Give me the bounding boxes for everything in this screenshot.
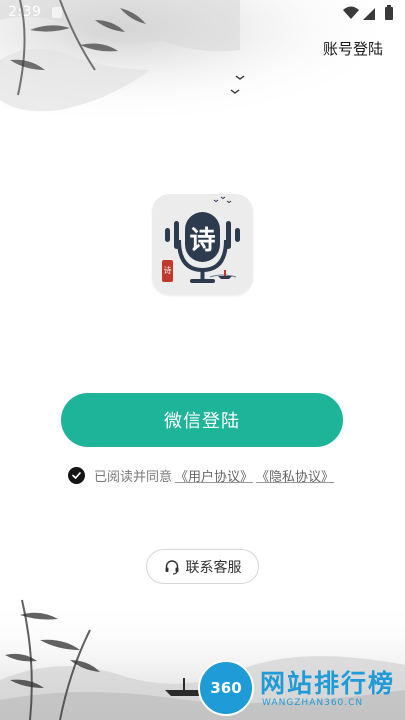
privacy-policy-link[interactable]: 《隐私协议》	[256, 466, 334, 485]
signal-icon	[363, 8, 375, 20]
watermark-logo: 360	[198, 660, 254, 716]
agreement-text: 已阅读并同意	[94, 469, 173, 485]
app-logo: 诗 诗	[152, 194, 253, 295]
notification-icon	[52, 7, 62, 18]
site-watermark: 360 网站排行榜 WANGZHAN360.CN	[198, 660, 403, 716]
battery-icon	[385, 5, 393, 20]
logo-character: 诗	[189, 226, 216, 256]
agreement-row: 已阅读并同意 《用户协议》 《隐私协议》	[68, 465, 334, 485]
status-icons	[343, 5, 393, 20]
wechat-login-button[interactable]: 微信登陆	[61, 393, 343, 447]
status-bar: 2:39	[0, 0, 405, 26]
agreement-checkbox[interactable]	[68, 466, 85, 484]
seal-character: 诗	[163, 266, 172, 275]
user-agreement-link[interactable]: 《用户协议》	[175, 466, 253, 485]
check-icon	[72, 471, 81, 479]
wifi-icon	[343, 6, 359, 19]
status-time: 2:39	[8, 4, 42, 20]
watermark-subtitle: WANGZHAN360.CN	[262, 698, 364, 708]
watermark-title: 网站排行榜	[260, 669, 396, 698]
account-login-link[interactable]: 账号登陆	[323, 38, 383, 59]
